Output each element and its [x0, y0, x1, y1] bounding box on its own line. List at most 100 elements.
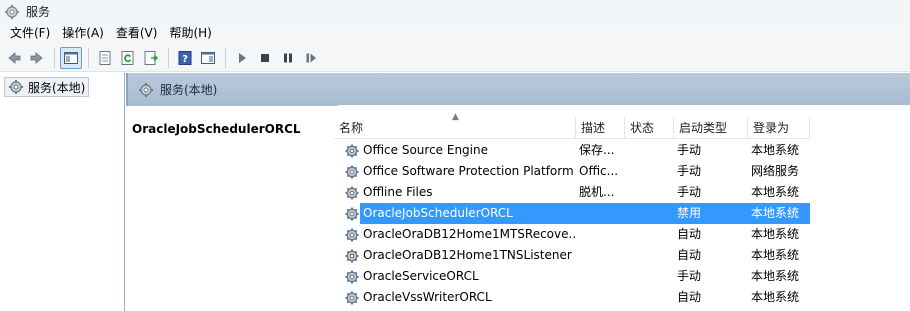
service-name-cell: OracleOraDB12Home1MTSRecove...	[334, 224, 576, 245]
resume-service-button[interactable]	[300, 47, 322, 69]
refresh-button[interactable]	[117, 47, 139, 69]
service-name: Office Software Protection Platform	[363, 164, 574, 178]
service-log-on-as: 本地系统	[751, 227, 800, 241]
svg-text:?: ?	[182, 54, 188, 65]
services-gear-icon	[9, 80, 23, 94]
service-status	[625, 266, 674, 287]
help-button[interactable]: ?	[174, 47, 196, 69]
services-gear-icon	[139, 82, 153, 97]
export-list-button[interactable]	[140, 47, 162, 69]
menu-help[interactable]: 帮助(H)	[163, 24, 217, 43]
service-description	[576, 224, 625, 245]
forward-arrow-icon	[30, 51, 43, 64]
column-header-description[interactable]: 描述	[576, 117, 625, 139]
action-pane-icon	[201, 51, 215, 64]
column-header-log-on-as[interactable]: 登录为	[748, 117, 810, 139]
start-service-button[interactable]	[231, 47, 253, 69]
service-log-on-as: 本地系统	[751, 248, 800, 262]
tree-item-label: 服务(本地)	[28, 80, 86, 95]
service-startup-type: 自动	[677, 290, 702, 304]
service-row[interactable]: OracleOraDB12Home1MTSRecove... 自动 本地系统	[334, 224, 910, 245]
service-name-cell: OracleOraDB12Home1TNSListener	[334, 245, 576, 266]
service-description: 脱机...	[579, 185, 615, 199]
service-description	[576, 266, 625, 287]
back-button[interactable]	[3, 47, 25, 69]
column-header-startup-type[interactable]: 启动类型	[674, 117, 748, 139]
service-name: Office Source Engine	[363, 143, 488, 157]
tree-item-services-local[interactable]: 服务(本地)	[4, 77, 90, 97]
services-gear-icon	[5, 4, 19, 19]
service-row[interactable]: OracleOraDB12Home1TNSListener 自动 本地系统	[334, 245, 910, 266]
service-gear-icon	[345, 291, 359, 304]
action-pane-button[interactable]	[197, 47, 219, 69]
service-name-cell: OracleServiceORCL	[334, 266, 576, 287]
pause-service-button[interactable]	[277, 47, 299, 69]
service-name-cell: OracleVssWriterORCL	[334, 287, 576, 308]
service-log-on-as: 本地系统	[748, 203, 810, 224]
selected-service-title: OracleJobSchedulerORCL	[132, 122, 301, 136]
service-description: Offic...	[579, 164, 619, 178]
service-description: 保存...	[579, 143, 615, 157]
services-list: ▲ 名称 描述 状态 启动类型 登录为 Office Source Engine…	[334, 105, 910, 311]
menu-view[interactable]: 查看(V)	[110, 24, 164, 43]
service-status	[625, 245, 674, 266]
resume-icon	[306, 53, 316, 62]
service-status	[625, 140, 674, 161]
column-header-startup-type-label: 启动类型	[679, 121, 728, 135]
console-tree-icon	[64, 51, 78, 64]
service-name-cell: OracleJobSchedulerORCL	[334, 203, 576, 224]
service-name: OracleVssWriterORCL	[363, 290, 492, 304]
column-header-log-on-as-label: 登录为	[753, 121, 790, 135]
menu-file[interactable]: 文件(F)	[4, 24, 56, 43]
service-gear-icon	[345, 186, 359, 199]
sort-ascending-icon: ▲	[452, 112, 459, 122]
stop-icon	[261, 53, 269, 62]
show-console-tree-button[interactable]	[60, 46, 82, 69]
toolbar-separator	[54, 47, 55, 68]
service-gear-icon	[345, 228, 359, 241]
help-icon: ?	[178, 50, 192, 65]
menu-action[interactable]: 操作(A)	[56, 24, 110, 43]
service-row[interactable]: OracleVssWriterORCL 自动 本地系统	[334, 287, 910, 308]
service-log-on-as: 网络服务	[751, 164, 800, 178]
service-status	[625, 161, 674, 182]
properties-button[interactable]	[94, 47, 116, 69]
service-name: OracleServiceORCL	[363, 269, 479, 283]
list-header: ▲ 名称 描述 状态 启动类型 登录为	[334, 112, 810, 139]
console-tree-pane: 服务(本地)	[0, 73, 125, 311]
forward-button[interactable]	[26, 47, 48, 69]
service-description	[576, 287, 625, 308]
details-header-title: 服务(本地)	[160, 83, 218, 97]
service-gear-icon	[345, 165, 359, 178]
title-bar: 服务	[0, 0, 910, 23]
refresh-icon	[121, 50, 134, 65]
service-description	[576, 245, 625, 266]
service-status	[625, 203, 674, 224]
back-arrow-icon	[8, 51, 21, 64]
service-gear-icon	[345, 144, 359, 157]
service-description	[576, 203, 625, 224]
service-startup-type: 手动	[677, 164, 702, 178]
service-status	[625, 224, 674, 245]
service-row[interactable]: OracleJobSchedulerORCL 禁用 本地系统	[334, 203, 910, 224]
service-name: OracleOraDB12Home1TNSListener	[363, 248, 572, 262]
toolbar-separator	[225, 47, 226, 68]
column-header-status[interactable]: 状态	[625, 117, 674, 139]
service-name-cell: Offline Files	[334, 182, 576, 203]
service-row[interactable]: Office Software Protection Platform Offic…	[334, 161, 910, 182]
play-icon	[239, 52, 246, 63]
service-name-cell: Office Software Protection Platform	[334, 161, 576, 182]
service-log-on-as: 本地系统	[751, 185, 800, 199]
window-title: 服务	[26, 5, 51, 19]
service-startup-type: 禁用	[674, 203, 748, 224]
service-startup-type: 手动	[677, 143, 702, 157]
service-log-on-as: 本地系统	[751, 290, 800, 304]
service-row[interactable]: OracleServiceORCL 手动 本地系统	[334, 266, 910, 287]
column-header-name[interactable]: ▲ 名称	[334, 112, 576, 139]
service-gear-icon	[345, 270, 359, 283]
service-startup-type: 手动	[677, 185, 702, 199]
stop-service-button[interactable]	[254, 47, 276, 69]
service-name: Offline Files	[363, 185, 433, 199]
service-row[interactable]: Office Source Engine 保存... 手动 本地系统	[334, 140, 910, 161]
service-row[interactable]: Offline Files 脱机... 手动 本地系统	[334, 182, 910, 203]
